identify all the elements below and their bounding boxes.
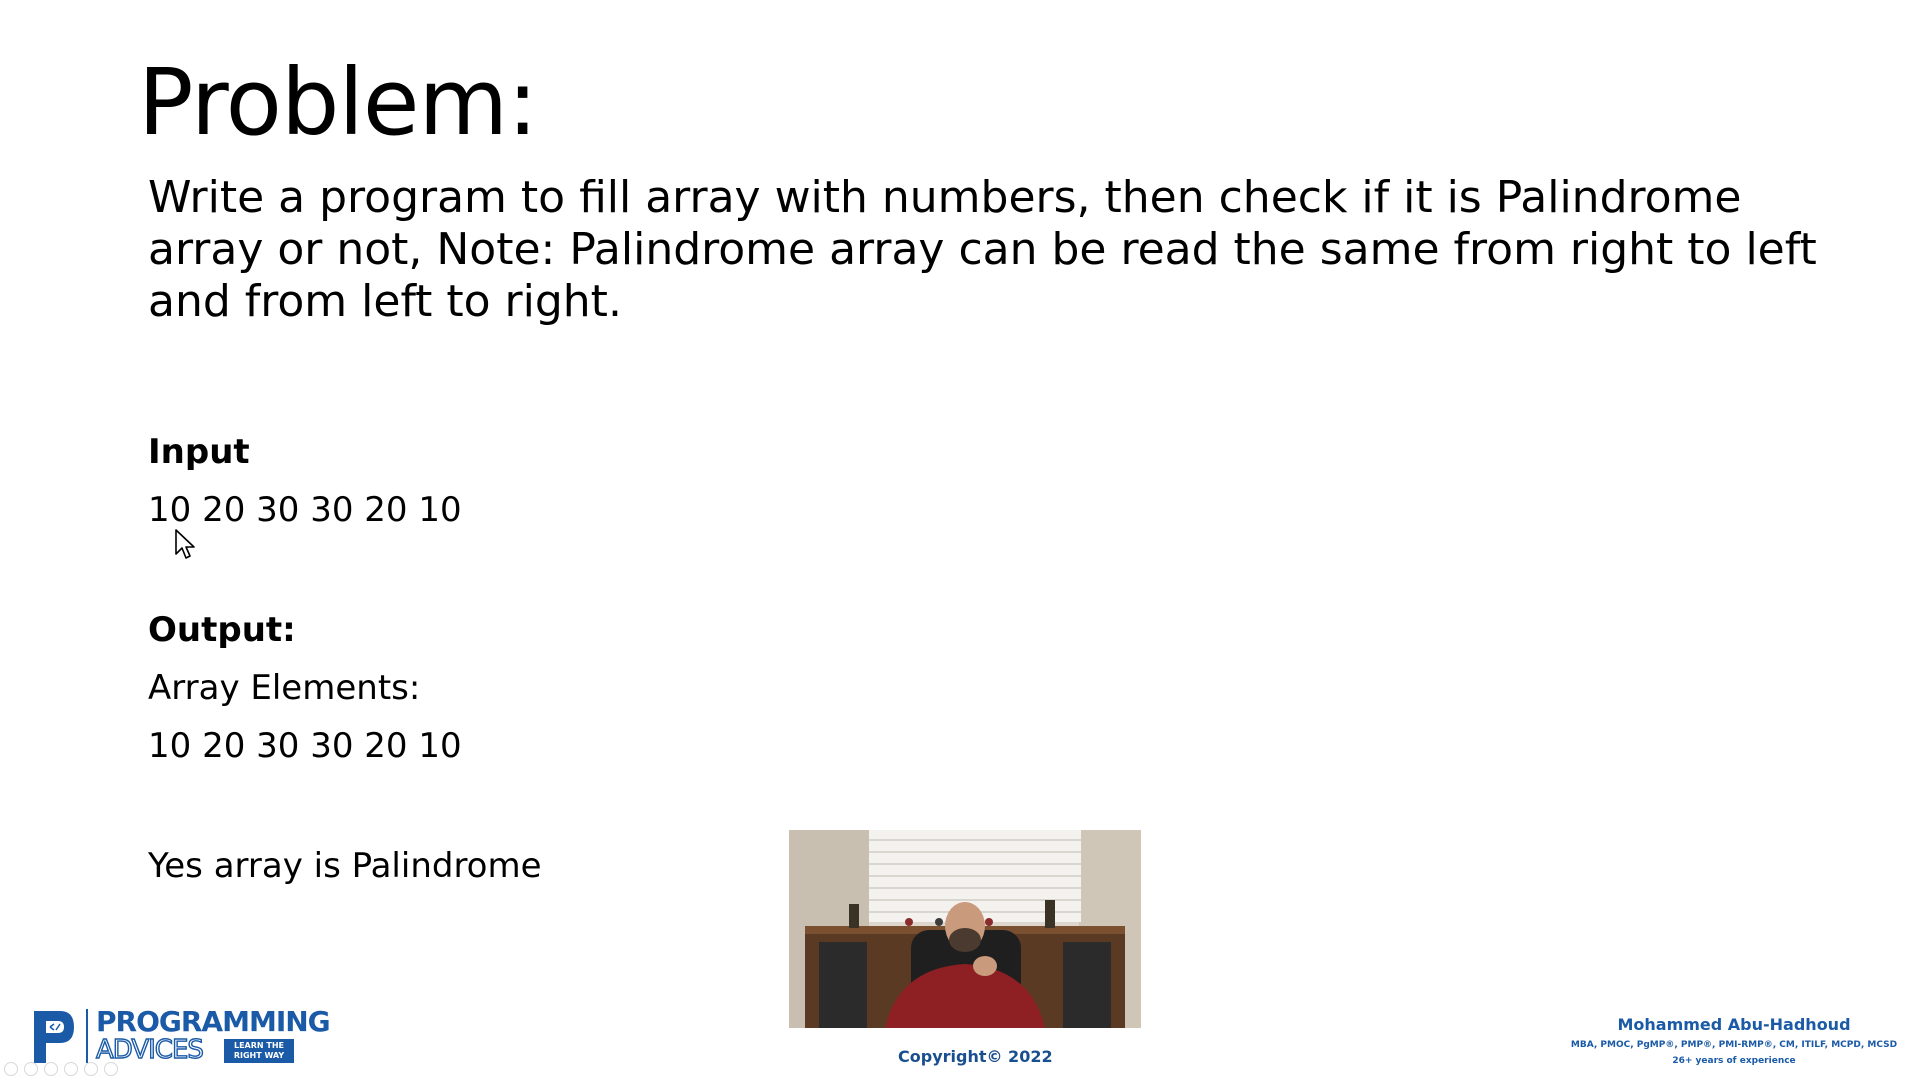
slide-title: Problem: — [138, 49, 538, 156]
author-signature: Mohammed Abu-Hadhoud MBA, PMOC, PgMP®, P… — [1564, 1015, 1904, 1066]
logo-p-icon — [34, 1011, 74, 1063]
player-control-icon[interactable] — [64, 1062, 78, 1076]
presenter-video — [789, 830, 1141, 1028]
logo-word-bottom: ADVICES — [95, 1034, 204, 1065]
author-name: Mohammed Abu-Hadhoud — [1617, 1015, 1851, 1034]
output-label: Output: — [148, 610, 296, 650]
logo-word-top: PROGRAMMING — [96, 1005, 331, 1038]
input-label: Input — [148, 432, 250, 472]
output-caption: Array Elements: — [148, 668, 421, 708]
player-control-icon[interactable] — [84, 1062, 98, 1076]
author-credentials: MBA, PMOC, PgMP®, PMP®, PMI-RMP®, CM, IT… — [1570, 1040, 1898, 1050]
mouse-pointer-icon — [175, 529, 195, 559]
player-control-icon[interactable] — [44, 1062, 58, 1076]
problem-statement: Write a program to fill array with numbe… — [148, 172, 1817, 327]
logo-badge: LEARN THE RIGHT WAY — [224, 1039, 294, 1063]
player-control-icon[interactable] — [4, 1062, 18, 1076]
player-control-icon[interactable] — [104, 1062, 118, 1076]
author-experience: 26+ years of experience — [1672, 1056, 1796, 1066]
copyright-text: Copyright© 2022 — [898, 1047, 1053, 1066]
player-control-icon[interactable] — [24, 1062, 38, 1076]
input-values: 10 20 30 30 20 10 — [148, 490, 462, 530]
programming-advices-logo: PROGRAMMING ADVICES LEARN THE RIGHT WAY — [30, 1005, 331, 1067]
logo-divider — [86, 1009, 88, 1063]
result-text: Yes array is Palindrome — [148, 846, 542, 886]
video-player-controls — [4, 1062, 118, 1078]
output-values: 10 20 30 30 20 10 — [148, 726, 462, 766]
presenter-video-scene — [789, 830, 1141, 1028]
